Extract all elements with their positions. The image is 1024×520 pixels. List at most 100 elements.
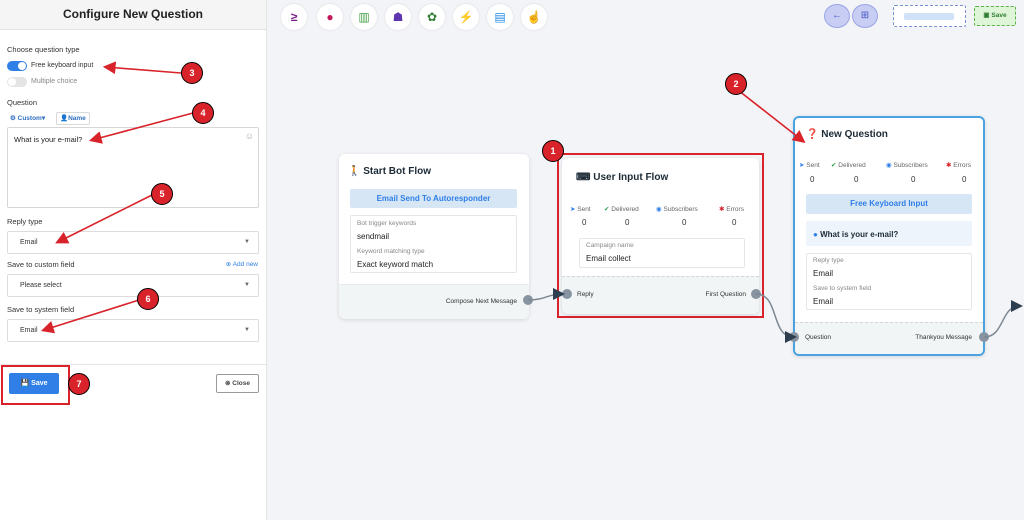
panel-title: Configure New Question [0, 0, 266, 30]
input-card-footer: Reply First Question [562, 276, 759, 314]
matching-value: Exact keyword match [357, 260, 434, 269]
walking-person-icon: 🚶 [348, 166, 361, 177]
question-preview: ● What is your e-mail? [806, 221, 972, 246]
save-annotation-box [1, 365, 70, 405]
input-card-title: ⌨ User Input Flow [576, 172, 669, 183]
add-new-link[interactable]: ⊕ Add new [226, 260, 258, 268]
q-delivered-count: 0 [854, 175, 859, 184]
reply-type-label: Reply type [7, 217, 43, 226]
check-circle-icon: ✔ [831, 162, 837, 169]
question-card-title: ❓ New Question [806, 129, 888, 140]
q-subscribers-count: 0 [911, 175, 916, 184]
top-save-button[interactable]: ▣ Save [974, 6, 1016, 26]
start-bot-flow-card[interactable]: 🚶 Start Bot Flow Email Send To Autorespo… [339, 154, 529, 319]
question-card-footer: Question Thankyou Message [795, 322, 983, 354]
q-reply-type-value: Email [813, 269, 834, 278]
question-type-label: Choose question type [7, 45, 80, 54]
annotation-badge-6: 6 [137, 288, 159, 310]
caret-down-icon: ▼ [244, 327, 250, 333]
question-port-label: Question [805, 334, 832, 341]
errors-count: 0 [732, 218, 737, 227]
hand-pointer-icon[interactable]: ☝ [521, 4, 547, 30]
question-circle-icon: ❓ [806, 129, 819, 140]
compose-next-message-label: Compose Next Message [445, 298, 517, 305]
bug-icon: ✱ [946, 162, 952, 169]
delivered-count: 0 [625, 218, 630, 227]
start-card-title: 🚶 Start Bot Flow [348, 166, 432, 177]
user-input-flow-card[interactable]: ⌨ User Input Flow ➤ Sent ✔ Delivered ◉ S… [562, 158, 759, 314]
user-icon: 👤 [60, 115, 69, 122]
sent-count: 0 [582, 218, 587, 227]
robot-icon[interactable]: ☗ [385, 4, 411, 30]
variable-icon: ⚙ [10, 115, 18, 122]
custom-field-select[interactable]: Please select ▼ [7, 274, 259, 297]
paper-plane-icon: ➤ [799, 162, 805, 169]
question-preview-text: ● What is your e-mail? [813, 230, 899, 239]
question-in-port[interactable] [789, 332, 799, 342]
user-circle-icon: ◉ [886, 162, 892, 169]
annotation-badge-7: 7 [68, 373, 90, 395]
reply-port[interactable] [562, 289, 572, 299]
first-question-port[interactable] [751, 289, 761, 299]
thankyou-message-label: Thankyou Message [915, 334, 972, 341]
annotation-badge-2: 2 [725, 73, 747, 95]
configure-question-panel: Configure New Question Choose question t… [0, 0, 267, 520]
campaign-value: Email collect [586, 254, 631, 263]
chevron-right-underscore-icon[interactable]: ≥ [281, 4, 307, 30]
close-button[interactable]: ⊗ Close [216, 374, 259, 393]
custom-variable-dropdown[interactable]: ⚙ Custom▾ [6, 112, 49, 125]
name-variable-button[interactable]: 👤Name [56, 112, 90, 125]
drop-icon[interactable]: ● [317, 4, 343, 30]
thankyou-port[interactable] [979, 332, 989, 342]
q-errors-count: 0 [962, 175, 967, 184]
new-question-card[interactable]: ❓ New Question ➤ Sent ✔ Delivered ◉ Subs… [793, 116, 985, 356]
plug-icon[interactable]: ⚡ [453, 4, 479, 30]
question-circle-icon: ● [813, 230, 818, 239]
free-keyboard-input-button[interactable]: Free Keyboard Input [806, 194, 972, 214]
flow-name-box[interactable] [893, 5, 966, 27]
compose-next-port[interactable] [523, 295, 533, 305]
multiple-choice-label: Multiple choice [31, 78, 78, 85]
q-system-field-value: Email [813, 297, 834, 306]
trigger-info-box: Bot trigger keywords sendmail Keyword ma… [350, 215, 517, 273]
q-system-field-label: Save to system field [813, 285, 872, 292]
first-question-label: First Question [705, 291, 746, 298]
palette-icon[interactable]: ✿ [419, 4, 445, 30]
question-textarea[interactable]: What is your e-mail? ☺ [7, 127, 259, 208]
grid-button[interactable]: ⊞ [852, 4, 878, 28]
connector-thankyou-out [983, 300, 1023, 338]
caret-down-icon: ▾ [41, 115, 46, 122]
start-card-footer: Compose Next Message [339, 284, 529, 319]
trigger-value: sendmail [357, 232, 390, 241]
emoji-icon[interactable]: ☺ [245, 131, 254, 141]
arrow-left-icon: ← [832, 10, 842, 21]
file-icon[interactable]: ▤ [487, 4, 513, 30]
stat-subscribers: ◉ Subscribers [656, 206, 698, 213]
q-stat-sent: ➤ Sent [799, 162, 820, 169]
chart-icon[interactable]: ▥ [351, 4, 377, 30]
q-stat-subscribers: ◉ Subscribers [886, 162, 928, 169]
subscribers-count: 0 [682, 218, 687, 227]
reply-type-select[interactable]: Email ▼ [7, 231, 259, 254]
reply-label: Reply [577, 291, 594, 298]
paper-plane-icon: ➤ [570, 206, 576, 213]
system-field-select[interactable]: Email ▼ [7, 319, 259, 342]
email-send-autoresponder-button[interactable]: Email Send To Autoresponder [350, 189, 517, 208]
system-field-label: Save to system field [7, 305, 75, 314]
back-button[interactable]: ← [824, 4, 850, 28]
flow-name-redacted [904, 13, 954, 20]
annotation-badge-5: 5 [151, 183, 173, 205]
free-keyboard-toggle[interactable] [7, 61, 27, 71]
campaign-info-box: Campaign name Email collect [579, 238, 745, 268]
stat-delivered: ✔ Delivered [604, 206, 639, 213]
matching-label: Keyword matching type [357, 248, 425, 255]
user-circle-icon: ◉ [656, 206, 662, 213]
q-stat-delivered: ✔ Delivered [831, 162, 866, 169]
check-circle-icon: ✔ [604, 206, 610, 213]
question-settings-box: Reply type Email Save to system field Em… [806, 253, 972, 310]
trigger-label: Bot trigger keywords [357, 220, 417, 227]
multiple-choice-toggle[interactable] [7, 77, 27, 87]
custom-field-label: Save to custom field [7, 260, 75, 269]
q-stat-errors: ✱ Errors [946, 162, 971, 169]
caret-down-icon: ▼ [244, 282, 250, 288]
